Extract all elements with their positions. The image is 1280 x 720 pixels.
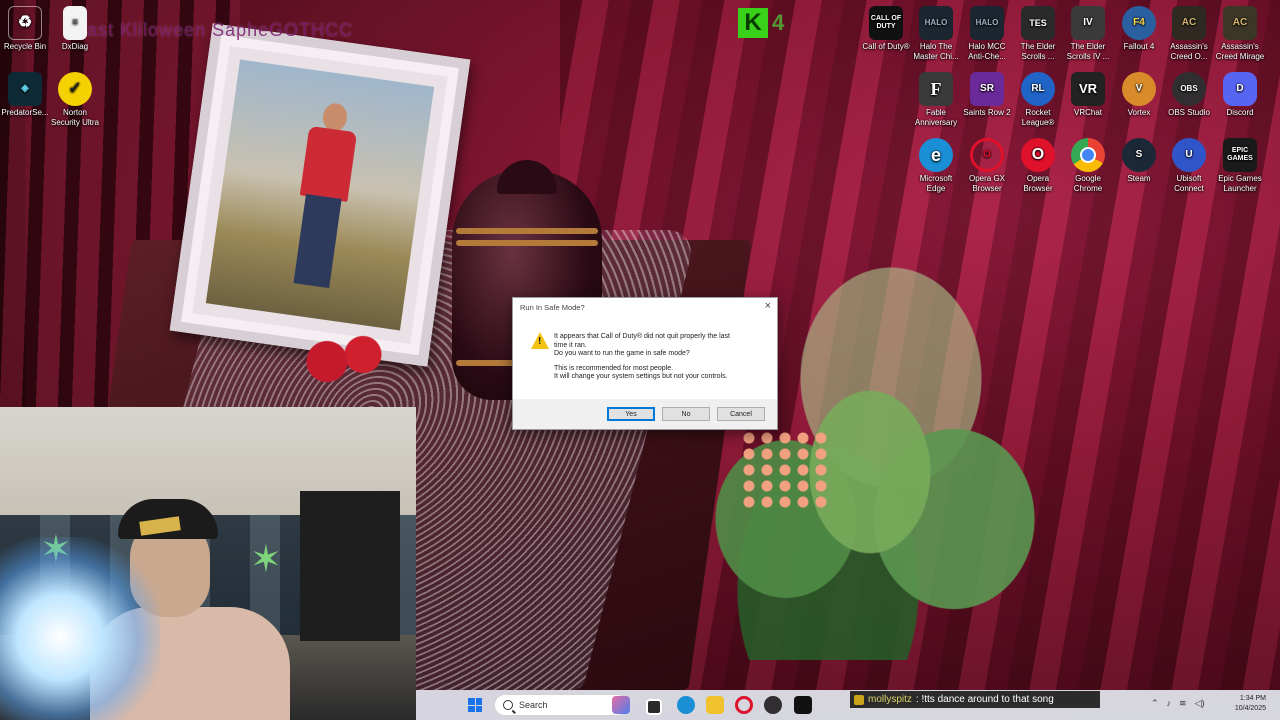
stream-overlay-title: Last Kliloween SapheGOTHCC xyxy=(76,20,354,40)
desktop-icon-norton[interactable]: ✓ Norton Security Ultra xyxy=(50,72,100,128)
saints-row-icon: SR xyxy=(970,72,1004,106)
kick-overlay-number: 4 xyxy=(772,10,785,35)
discord-icon: D xyxy=(1223,72,1257,106)
desktop-icon-saints-row[interactable]: SR Saints Row 2 xyxy=(962,72,1012,118)
desktop-icon-rocket-league[interactable]: RL Rocket League® xyxy=(1013,72,1063,128)
edge-icon: e xyxy=(919,138,953,172)
volume-icon[interactable]: ◁) xyxy=(1195,698,1205,709)
taskbar-widget-icon[interactable] xyxy=(612,696,630,714)
search-icon xyxy=(503,700,513,710)
yes-button[interactable]: Yes xyxy=(607,407,655,421)
desktop-icon-halo-mcc[interactable]: HALO Halo MCC Anti-Che... xyxy=(962,6,1012,62)
webcam-overlay: ✶ ✶ xyxy=(0,407,416,720)
desktop-icon-predatorsense[interactable]: ◈ PredatorSe... xyxy=(0,72,50,118)
chat-badge-icon xyxy=(854,694,864,705)
desktop-icon-opera-gx[interactable]: O Opera GX Browser xyxy=(962,138,1012,194)
desktop-icon-halo[interactable]: HALO Halo The Master Chi... xyxy=(911,6,961,62)
microphone-icon[interactable]: ♪ xyxy=(1167,698,1172,709)
desktop-icon-microsoft-edge[interactable]: e Microsoft Edge xyxy=(911,138,961,194)
leaf-pattern-icon: ✶ xyxy=(250,539,282,581)
taskbar-call-of-duty-icon[interactable] xyxy=(794,696,812,714)
wifi-icon[interactable]: ≋ xyxy=(1179,698,1187,709)
ubisoft-icon: U xyxy=(1172,138,1206,172)
chat-username: mollyspitz xyxy=(868,694,912,705)
stream-chat-message: mollyspitz : !tts dance around to that s… xyxy=(850,691,1100,708)
taskbar-clock[interactable]: 1:34 PM 10/4/2025 xyxy=(1235,694,1266,714)
desktop-icon-discord[interactable]: D Discord xyxy=(1215,72,1265,118)
safe-mode-dialog: Run In Safe Mode? × ! It appears that Ca… xyxy=(512,297,778,430)
desktop-icon-elder-scrolls[interactable]: TES The Elder Scrolls ... xyxy=(1013,6,1063,62)
desktop-icon-dxdiag[interactable]: ≡ DxDiag xyxy=(50,6,100,52)
file-explorer-icon[interactable] xyxy=(706,696,724,714)
vrchat-icon: VR xyxy=(1071,72,1105,106)
desktop-icon-oblivion[interactable]: IV The Elder Scrolls IV ... xyxy=(1063,6,1113,62)
desktop-icon-google-chrome[interactable]: Google Chrome xyxy=(1063,138,1113,194)
wallpaper-flowers xyxy=(740,430,830,510)
assassins-creed-mirage-icon: AC xyxy=(1223,6,1257,40)
desktop-icon-fable[interactable]: F Fable Anniversary xyxy=(911,72,961,128)
norton-icon: ✓ xyxy=(58,72,92,106)
kick-logo-icon: K xyxy=(738,8,768,38)
chevron-up-icon[interactable]: ⌃ xyxy=(1151,698,1159,709)
chrome-icon xyxy=(1071,138,1105,172)
taskbar-search[interactable]: Search xyxy=(494,694,628,716)
fable-icon: F xyxy=(919,72,953,106)
task-view-icon[interactable] xyxy=(646,699,662,715)
warning-icon: ! xyxy=(531,332,549,349)
webcam-fan xyxy=(300,491,400,641)
desktop-icon-ubisoft-connect[interactable]: U Ubisoft Connect xyxy=(1164,138,1214,194)
wallpaper-photo-frame xyxy=(169,23,471,367)
desktop-icon-obs-studio[interactable]: OBS OBS Studio xyxy=(1164,72,1214,118)
rocket-league-icon: RL xyxy=(1021,72,1055,106)
dialog-footer: Yes No Cancel xyxy=(513,399,777,429)
desktop-icon-assassins-creed-odyssey[interactable]: AC Assassin's Creed O... xyxy=(1164,6,1214,62)
assassins-creed-icon: AC xyxy=(1172,6,1206,40)
taskbar-obs-icon[interactable] xyxy=(764,696,782,714)
call-of-duty-icon: CALL OF DUTY xyxy=(869,6,903,40)
wallpaper-roses xyxy=(300,330,390,400)
obs-icon: OBS xyxy=(1172,72,1206,106)
search-placeholder: Search xyxy=(519,700,548,710)
predator-icon: ◈ xyxy=(8,72,42,106)
system-tray: ⌃ ♪ ≋ ◁) xyxy=(1151,698,1205,709)
desktop-icon-assassins-creed-mirage[interactable]: AC Assassin's Creed Mirage xyxy=(1215,6,1265,62)
epic-games-icon: EPIC GAMES xyxy=(1223,138,1257,172)
vortex-icon: V xyxy=(1122,72,1156,106)
desktop-icon-fallout-4[interactable]: F4 Fallout 4 xyxy=(1114,6,1164,52)
desktop-icon-recycle-bin[interactable]: ♻ Recycle Bin xyxy=(0,6,50,52)
dialog-close-icon[interactable]: × xyxy=(765,300,771,312)
desktop-icon-vrchat[interactable]: VR VRChat xyxy=(1063,72,1113,118)
desktop-icon-call-of-duty[interactable]: CALL OF DUTY Call of Duty® xyxy=(861,6,911,52)
dialog-title: Run In Safe Mode? xyxy=(520,302,585,312)
elder-scrolls-icon: TES xyxy=(1021,6,1055,40)
document-icon: ≡ xyxy=(63,6,87,40)
cancel-button[interactable]: Cancel xyxy=(717,407,765,421)
oblivion-icon: IV xyxy=(1071,6,1105,40)
webcam-light-glare xyxy=(0,537,160,720)
desktop-icon-vortex[interactable]: V Vortex xyxy=(1114,72,1164,118)
desktop-icon-steam[interactable]: S Steam xyxy=(1114,138,1164,184)
no-button[interactable]: No xyxy=(662,407,710,421)
dialog-message: It appears that Call of Duty® did not qu… xyxy=(554,333,730,380)
clock-date: 10/4/2025 xyxy=(1234,705,1266,712)
taskbar-opera-gx-icon[interactable] xyxy=(735,696,753,714)
halo-mcc-icon: HALO xyxy=(970,6,1004,40)
desktop-icon-epic-games[interactable]: EPIC GAMES Epic Games Launcher xyxy=(1215,138,1265,194)
taskbar-edge-icon[interactable] xyxy=(677,696,695,714)
start-windows-icon[interactable] xyxy=(468,698,482,712)
halo-icon: HALO xyxy=(919,6,953,40)
taskbar: Search mollyspitz : !tts dance around to… xyxy=(416,690,1280,720)
steam-icon: S xyxy=(1122,138,1156,172)
fallout-icon: F4 xyxy=(1122,6,1156,40)
desktop-icon-opera[interactable]: O Opera Browser xyxy=(1013,138,1063,194)
recycle-bin-icon: ♻ xyxy=(8,6,42,40)
chat-text: : !tts dance around to that song xyxy=(915,694,1054,705)
opera-gx-icon: O xyxy=(970,138,1004,172)
clock-time: 1:34 PM xyxy=(1239,695,1266,702)
dialog-body: ! It appears that Call of Duty® did not … xyxy=(521,328,769,396)
opera-icon: O xyxy=(1021,138,1055,172)
